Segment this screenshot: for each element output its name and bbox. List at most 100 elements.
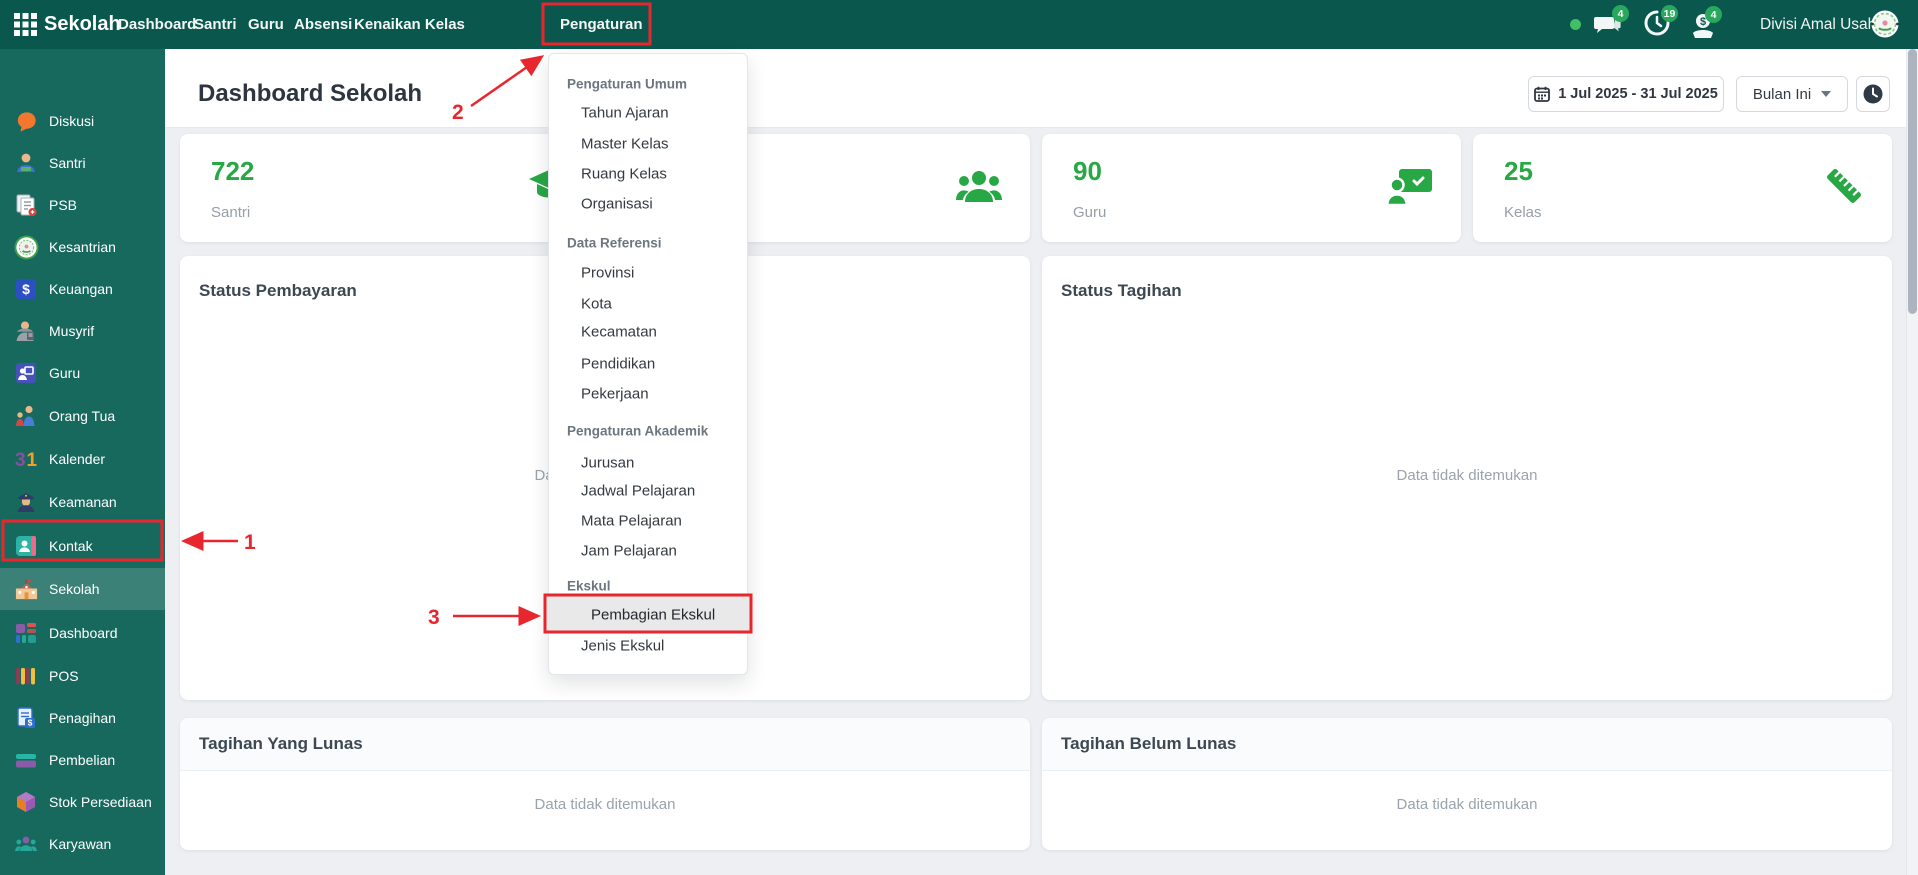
donation-icon[interactable]: $ 4 [1691, 12, 1731, 42]
sidebar-item-label: Diskusi [49, 113, 94, 129]
sidebar-item-diskusi[interactable]: Diskusi [0, 100, 165, 142]
page-title: Dashboard Sekolah [198, 80, 422, 108]
emblem-icon [13, 234, 39, 260]
student-icon [13, 150, 39, 176]
nav-link-pengaturan[interactable]: Pengaturan [552, 0, 651, 49]
sidebar-item-penagihan[interactable]: $ Penagihan [0, 697, 165, 739]
person-icon [13, 318, 39, 344]
sidebar-item-kalender[interactable]: 31 Kalender [0, 438, 165, 480]
sidebar-item-musyrif[interactable]: Musyrif [0, 310, 165, 352]
dropdown-section-title: Pengaturan Umum [567, 77, 687, 92]
date-range-button[interactable]: 1 Jul 2025 - 31 Jul 2025 [1528, 76, 1724, 112]
dropdown-section-title: Pengaturan Akademik [567, 424, 708, 439]
chevron-down-icon [1821, 91, 1831, 97]
dropdown-item-pendidikan[interactable]: Pendidikan [581, 356, 655, 373]
apps-grid-icon[interactable] [14, 13, 37, 36]
dropdown-item-master-kelas[interactable]: Master Kelas [581, 136, 669, 153]
sidebar: Diskusi Santri PSB Kesantrian $ Keuangan [0, 49, 165, 875]
sidebar-item-dashboard[interactable]: Dashboard [0, 612, 165, 654]
online-status-dot [1570, 19, 1581, 30]
empty-state-text: Data tidak ditemukan [180, 796, 1030, 813]
sidebar-item-keuangan[interactable]: $ Keuangan [0, 268, 165, 310]
sidebar-item-label: Kesantrian [49, 239, 116, 255]
history-badge: 19 [1661, 5, 1678, 22]
stat-label: Guru [1073, 204, 1106, 221]
dropdown-item-provinsi[interactable]: Provinsi [581, 265, 634, 282]
stat-label: Santri [211, 204, 250, 221]
dropdown-item-organisasi[interactable]: Organisasi [581, 196, 653, 213]
sidebar-item-santri[interactable]: Santri [0, 142, 165, 184]
teacher-icon [13, 360, 39, 386]
dropdown-item-jenis-ekskul[interactable]: Jenis Ekskul [581, 638, 664, 655]
sidebar-item-keamanan[interactable]: Keamanan [0, 481, 165, 523]
stat-card-santri: 722 Santri [180, 134, 599, 242]
users-group-icon [956, 166, 1002, 211]
dropdown-item-jam-pelajaran[interactable]: Jam Pelajaran [581, 543, 677, 560]
purchase-icon [13, 747, 39, 773]
sidebar-item-label: POS [49, 668, 79, 684]
sidebar-item-label: Penagihan [49, 710, 116, 726]
sidebar-item-label: Pembelian [49, 752, 115, 768]
panel-title: Tagihan Yang Lunas [199, 734, 363, 754]
history-icon[interactable]: 19 [1644, 10, 1688, 40]
box-icon [13, 789, 39, 815]
empty-state-text: Data tidak ditemukan [1042, 467, 1892, 484]
dropdown-item-jurusan[interactable]: Jurusan [581, 455, 634, 472]
dropdown-section-title: Data Referensi [567, 236, 662, 251]
sidebar-item-karyawan[interactable]: Karyawan [0, 823, 165, 865]
sidebar-item-pos[interactable]: POS [0, 655, 165, 697]
svg-text:1: 1 [27, 450, 38, 471]
history-time-button[interactable] [1856, 76, 1890, 112]
dropdown-item-kecamatan[interactable]: Kecamatan [581, 324, 657, 341]
tiles-icon [13, 620, 39, 646]
parent-child-icon [13, 403, 39, 429]
dropdown-item-jadwal-pelajaran[interactable]: Jadwal Pelajaran [581, 483, 695, 500]
sidebar-item-label: Kalender [49, 451, 105, 467]
panel-tagihan-belum-lunas: Tagihan Belum Lunas Data tidak ditemukan [1042, 718, 1892, 850]
user-name[interactable]: Divisi Amal Usaha [1760, 0, 1885, 49]
panel-header: Tagihan Belum Lunas [1042, 718, 1892, 771]
dropdown-section-title: Ekskul [567, 579, 611, 594]
period-selected-label: Bulan Ini [1753, 86, 1811, 103]
donation-badge: 4 [1705, 6, 1722, 23]
sidebar-item-psb[interactable]: PSB [0, 184, 165, 226]
sidebar-item-label: Keamanan [49, 494, 117, 510]
dropdown-item-ruang-kelas[interactable]: Ruang Kelas [581, 166, 667, 183]
chat-icon[interactable]: 4 [1593, 10, 1637, 40]
clock-icon [1863, 84, 1883, 104]
scrollbar-thumb[interactable] [1908, 49, 1917, 314]
sidebar-item-orang-tua[interactable]: Orang Tua [0, 395, 165, 437]
avatar[interactable] [1871, 10, 1899, 38]
dropdown-item-tahun-ajaran[interactable]: Tahun Ajaran [581, 105, 669, 122]
sidebar-item-kontak[interactable]: Kontak [0, 525, 165, 567]
nav-link-santri[interactable]: Santri [186, 0, 245, 49]
sidebar-item-guru[interactable]: Guru [0, 352, 165, 394]
stat-card-guru: 90 Guru [1042, 134, 1461, 242]
contact-icon [13, 533, 39, 559]
sidebar-item-label: Stok Persediaan [49, 794, 152, 810]
panel-title: Status Tagihan [1061, 281, 1182, 301]
dropdown-item-kota[interactable]: Kota [581, 296, 612, 313]
sidebar-item-absensi[interactable]: Absensi [0, 865, 165, 875]
sidebar-item-label: Sekolah [49, 581, 100, 597]
sidebar-item-sekolah[interactable]: Sekolah [0, 568, 165, 610]
chat-bubble-icon [13, 108, 39, 134]
dropdown-item-mata-pelajaran[interactable]: Mata Pelajaran [581, 513, 682, 530]
panel-title: Status Pembayaran [199, 281, 357, 301]
stat-card-kelas: 25 Kelas [1473, 134, 1892, 242]
dropdown-item-pembagian-ekskul[interactable]: Pembagian Ekskul [546, 596, 750, 633]
sidebar-item-stok-persediaan[interactable]: Stok Persediaan [0, 781, 165, 823]
storefront-icon [13, 663, 39, 689]
nav-link-kenaikan-kelas[interactable]: Kenaikan Kelas [346, 0, 473, 49]
police-icon [13, 489, 39, 515]
svg-text:$: $ [22, 281, 30, 297]
period-select[interactable]: Bulan Ini [1736, 76, 1848, 112]
dropdown-item-pekerjaan[interactable]: Pekerjaan [581, 386, 649, 403]
pengaturan-dropdown-menu: Pengaturan Umum Tahun Ajaran Master Kela… [548, 53, 748, 675]
nav-link-guru[interactable]: Guru [240, 0, 292, 49]
sidebar-item-kesantrian[interactable]: Kesantrian [0, 226, 165, 268]
svg-text:3: 3 [15, 450, 26, 471]
sidebar-item-pembelian[interactable]: Pembelian [0, 739, 165, 781]
svg-text:$: $ [28, 718, 33, 728]
panel-title: Tagihan Belum Lunas [1061, 734, 1236, 754]
